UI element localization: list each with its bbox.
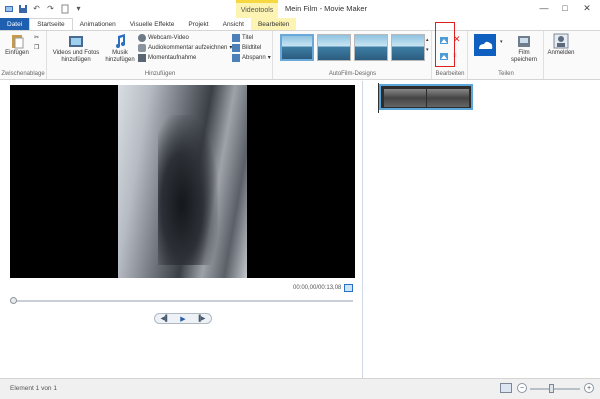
add-group: Videos und Fotos hinzufügen Musik hinzuf… xyxy=(48,31,273,79)
clipboard-group: Einfügen ✂ ❐ Zwischenablage xyxy=(0,31,47,79)
credits-icon xyxy=(232,53,240,62)
clip-thumbnail xyxy=(427,89,469,107)
autofilm-theme-2[interactable] xyxy=(317,34,351,61)
video-preview[interactable] xyxy=(10,85,355,278)
save-movie-button[interactable]: Film speichern xyxy=(507,33,541,64)
clip-thumbnail xyxy=(384,89,426,107)
quick-access-toolbar: ↶ ↷ ▾ xyxy=(3,3,84,14)
tab-file[interactable]: Datei xyxy=(0,18,30,30)
onedrive-icon xyxy=(474,34,496,56)
clipboard-group-label: Zwischenablage xyxy=(1,71,45,77)
minimize-button[interactable]: — xyxy=(537,2,551,14)
autofilm-theme-4[interactable] xyxy=(391,34,425,61)
title-bar: ↶ ↷ ▾ Videotools Mein Film - Movie Maker… xyxy=(0,0,600,18)
new-document-icon[interactable] xyxy=(59,3,70,14)
autofilm-theme-1[interactable] xyxy=(280,34,314,61)
snapshot-button[interactable]: Momentaufnahme xyxy=(138,53,196,62)
timecode: 00:00,00/00:13,08 xyxy=(293,285,342,291)
record-narration-label: Audiokommentar aufzeichnen xyxy=(148,44,228,51)
caption-button[interactable]: Bildtitel xyxy=(232,43,261,52)
share-group-label: Teilen xyxy=(498,71,514,77)
save-icon[interactable] xyxy=(17,3,28,14)
snapshot-label: Momentaufnahme xyxy=(148,54,197,61)
thumbnail-size-icon[interactable] xyxy=(500,383,512,393)
storyboard-pane xyxy=(364,81,600,378)
share-scroll-icon[interactable]: ▾ xyxy=(500,37,503,46)
title-label: Titel xyxy=(242,34,254,41)
autofilm-group-label: AutoFilm-Designs xyxy=(328,71,377,77)
undo-icon[interactable]: ↶ xyxy=(31,3,42,14)
account-icon xyxy=(553,33,569,49)
player-controls: ◀▌ ▶ ▐▶ xyxy=(154,313,212,324)
tab-project[interactable]: Projekt xyxy=(181,18,215,30)
paste-label: Einfügen xyxy=(5,50,29,56)
tab-visual-effects[interactable]: Visuelle Effekte xyxy=(123,18,182,30)
maximize-button[interactable]: □ xyxy=(558,2,572,14)
record-narration-button[interactable]: Audiokommentar aufzeichnen ▾ xyxy=(138,43,232,52)
film-save-icon xyxy=(518,36,530,47)
webcam-video-button[interactable]: Webcam-Video xyxy=(138,33,189,42)
credits-button[interactable]: Abspann ▾ xyxy=(232,53,271,62)
signin-button[interactable]: Anmelden xyxy=(546,33,576,57)
play-icon[interactable]: ▶ xyxy=(180,315,185,323)
autofilm-group: ▴ ▾ AutoFilm-Designs xyxy=(274,31,432,79)
webcam-icon xyxy=(138,33,146,42)
redo-icon[interactable]: ↷ xyxy=(45,3,56,14)
onedrive-button[interactable] xyxy=(473,34,497,56)
title-button[interactable]: Titel xyxy=(232,33,253,42)
fullscreen-icon[interactable] xyxy=(344,284,353,292)
ribbon: Einfügen ✂ ❐ Zwischenablage Videos und F… xyxy=(0,30,600,80)
previous-frame-icon[interactable]: ◀▌ xyxy=(160,315,169,322)
zoom-in-icon[interactable]: + xyxy=(584,383,594,393)
customize-qat-icon[interactable]: ▾ xyxy=(73,3,84,14)
window-title: Mein Film - Movie Maker xyxy=(285,4,368,13)
webcam-video-label: Webcam-Video xyxy=(148,34,189,41)
add-group-label: Hinzufügen xyxy=(144,71,176,77)
add-music-button[interactable]: Musik hinzufügen xyxy=(104,33,136,64)
add-videos-photos-button[interactable]: Videos und Fotos hinzufügen xyxy=(52,33,100,64)
app-icon xyxy=(3,3,14,14)
preview-pane: 00:00,00/00:13,08 ◀▌ ▶ ▐▶ xyxy=(0,81,363,378)
edit-group-label: Bearbeiten xyxy=(435,71,465,77)
video-frame-image xyxy=(118,85,247,278)
zoom-slider-thumb[interactable] xyxy=(549,384,554,393)
context-tab-videotools: Videotools xyxy=(236,0,278,18)
music-note-icon xyxy=(116,34,125,48)
tab-home[interactable]: Startseite xyxy=(29,18,73,30)
caption-label: Bildtitel xyxy=(242,44,262,51)
highlight-annotation xyxy=(435,22,455,67)
share-group: ▾ Film speichern Teilen xyxy=(469,31,544,79)
add-videos-photos-label: Videos und Fotos hinzufügen xyxy=(52,50,100,63)
copy-icon[interactable]: ❐ xyxy=(34,43,39,52)
seek-thumb[interactable] xyxy=(10,297,17,304)
microphone-icon xyxy=(138,43,146,52)
caption-icon xyxy=(232,43,240,52)
gallery-scroll-down-icon[interactable]: ▾ xyxy=(426,45,429,54)
video-clip[interactable] xyxy=(379,84,473,110)
seek-bar[interactable] xyxy=(10,300,353,302)
tab-edit[interactable]: Bearbeiten xyxy=(250,18,297,30)
autofilm-theme-3[interactable] xyxy=(354,34,388,61)
gallery-scroll-up-icon[interactable]: ▴ xyxy=(426,35,429,44)
signin-label: Anmelden xyxy=(547,50,575,56)
chevron-down-icon: ▾ xyxy=(267,55,271,61)
save-movie-label: Film speichern xyxy=(510,50,537,63)
zoom-out-icon[interactable]: − xyxy=(517,383,527,393)
film-photo-icon xyxy=(69,36,83,47)
camera-icon xyxy=(138,53,146,62)
add-music-label: Musik hinzufügen xyxy=(105,50,135,63)
next-frame-icon[interactable]: ▐▶ xyxy=(197,315,206,322)
close-button[interactable]: ✕ xyxy=(580,2,594,14)
cut-icon[interactable]: ✂ xyxy=(34,33,39,42)
ribbon-tabs: Datei Startseite Animationen Visuelle Ef… xyxy=(0,18,600,30)
credits-label: Abspann xyxy=(242,54,266,61)
status-bar: Element 1 von 1 − + xyxy=(0,378,600,399)
paste-icon xyxy=(12,35,24,49)
paste-button[interactable]: Einfügen xyxy=(5,33,29,57)
tab-animations[interactable]: Animationen xyxy=(73,18,123,30)
zoom-slider[interactable] xyxy=(530,388,580,390)
tab-view[interactable]: Ansicht xyxy=(216,18,251,30)
status-element-count: Element 1 von 1 xyxy=(10,385,57,392)
title-icon xyxy=(232,33,240,42)
